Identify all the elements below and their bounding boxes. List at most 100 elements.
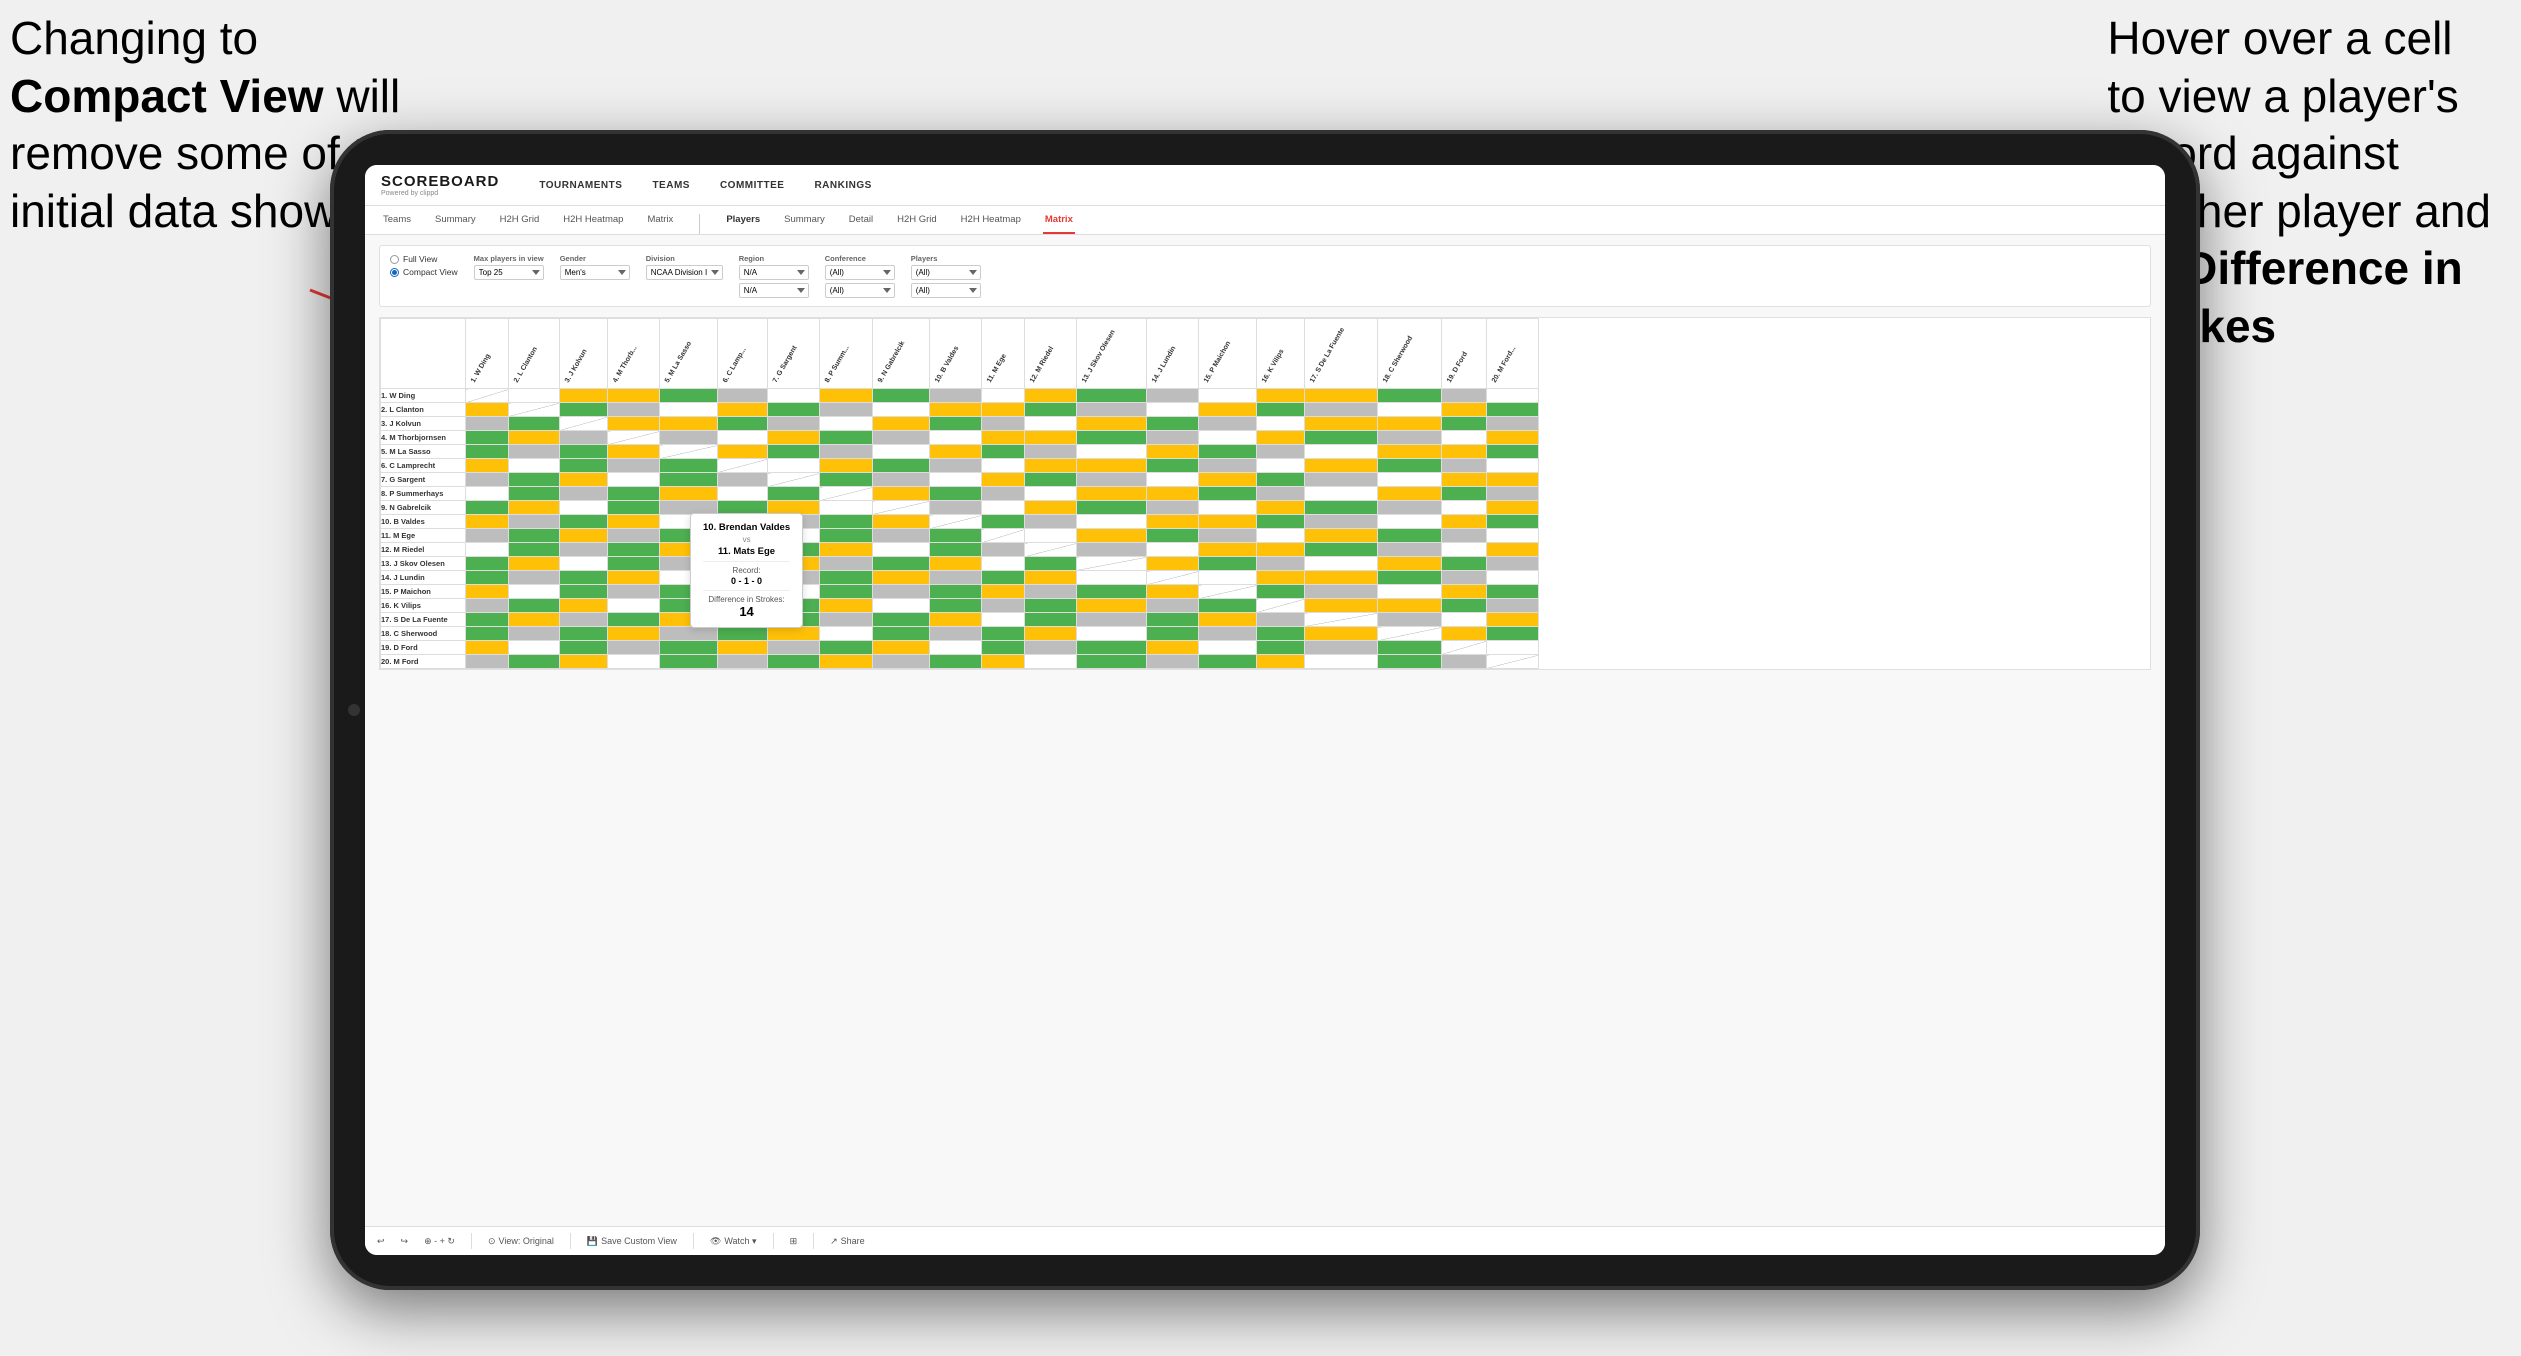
- matrix-cell-16-11[interactable]: [1025, 613, 1076, 627]
- matrix-cell-1-1[interactable]: [508, 403, 559, 417]
- matrix-cell-3-7[interactable]: [820, 431, 873, 445]
- matrix-cell-5-12[interactable]: [1076, 459, 1147, 473]
- matrix-cell-2-13[interactable]: [1147, 417, 1199, 431]
- matrix-cell-10-14[interactable]: [1199, 529, 1257, 543]
- matrix-cell-7-17[interactable]: [1378, 487, 1442, 501]
- matrix-cell-15-18[interactable]: [1441, 599, 1486, 613]
- matrix-cell-13-0[interactable]: [466, 571, 509, 585]
- view-original-btn[interactable]: ⊙ View: Original: [488, 1236, 554, 1247]
- matrix-cell-17-18[interactable]: [1441, 627, 1486, 641]
- matrix-cell-19-16[interactable]: [1304, 655, 1377, 669]
- matrix-cell-17-16[interactable]: [1304, 627, 1377, 641]
- matrix-cell-4-6[interactable]: [768, 445, 820, 459]
- matrix-cell-9-11[interactable]: [1025, 515, 1076, 529]
- matrix-cell-18-7[interactable]: [820, 641, 873, 655]
- matrix-cell-17-10[interactable]: [982, 627, 1025, 641]
- matrix-cell-18-9[interactable]: [930, 641, 982, 655]
- matrix-cell-17-15[interactable]: [1256, 627, 1304, 641]
- matrix-cell-17-3[interactable]: [608, 627, 660, 641]
- matrix-cell-14-9[interactable]: [930, 585, 982, 599]
- matrix-cell-7-1[interactable]: [508, 487, 559, 501]
- matrix-cell-7-16[interactable]: [1304, 487, 1377, 501]
- matrix-cell-4-10[interactable]: [982, 445, 1025, 459]
- matrix-cell-12-1[interactable]: [508, 557, 559, 571]
- matrix-cell-3-15[interactable]: [1256, 431, 1304, 445]
- matrix-cell-9-12[interactable]: [1076, 515, 1147, 529]
- matrix-cell-7-10[interactable]: [982, 487, 1025, 501]
- matrix-cell-15-3[interactable]: [608, 599, 660, 613]
- matrix-cell-16-17[interactable]: [1378, 613, 1442, 627]
- matrix-cell-13-12[interactable]: [1076, 571, 1147, 585]
- matrix-cell-17-4[interactable]: [660, 627, 717, 641]
- matrix-cell-5-19[interactable]: [1486, 459, 1538, 473]
- matrix-cell-9-16[interactable]: [1304, 515, 1377, 529]
- matrix-cell-7-8[interactable]: [872, 487, 930, 501]
- matrix-cell-5-5[interactable]: [717, 459, 767, 473]
- matrix-cell-8-3[interactable]: [608, 501, 660, 515]
- matrix-cell-15-14[interactable]: [1199, 599, 1257, 613]
- max-players-select[interactable]: Top 25: [474, 265, 544, 280]
- matrix-cell-1-0[interactable]: [466, 403, 509, 417]
- matrix-cell-18-11[interactable]: [1025, 641, 1076, 655]
- matrix-cell-8-10[interactable]: [982, 501, 1025, 515]
- matrix-cell-9-2[interactable]: [559, 515, 607, 529]
- matrix-cell-15-11[interactable]: [1025, 599, 1076, 613]
- matrix-cell-10-3[interactable]: [608, 529, 660, 543]
- matrix-cell-15-9[interactable]: [930, 599, 982, 613]
- matrix-cell-14-10[interactable]: [982, 585, 1025, 599]
- matrix-cell-13-17[interactable]: [1378, 571, 1442, 585]
- matrix-cell-9-15[interactable]: [1256, 515, 1304, 529]
- matrix-cell-17-1[interactable]: [508, 627, 559, 641]
- compact-view-radio[interactable]: [390, 268, 399, 277]
- matrix-cell-8-8[interactable]: [872, 501, 930, 515]
- matrix-cell-4-2[interactable]: [559, 445, 607, 459]
- matrix-cell-19-7[interactable]: [820, 655, 873, 669]
- matrix-cell-8-16[interactable]: [1304, 501, 1377, 515]
- matrix-cell-3-0[interactable]: [466, 431, 509, 445]
- matrix-cell-17-5[interactable]: [717, 627, 767, 641]
- matrix-cell-18-0[interactable]: [466, 641, 509, 655]
- matrix-cell-19-17[interactable]: [1378, 655, 1442, 669]
- matrix-cell-10-12[interactable]: [1076, 529, 1147, 543]
- region-select-2[interactable]: N/A: [739, 283, 809, 298]
- matrix-cell-1-6[interactable]: [768, 403, 820, 417]
- matrix-cell-6-17[interactable]: [1378, 473, 1442, 487]
- matrix-cell-6-6[interactable]: [768, 473, 820, 487]
- matrix-cell-19-11[interactable]: [1025, 655, 1076, 669]
- matrix-cell-12-9[interactable]: [930, 557, 982, 571]
- matrix-cell-8-9[interactable]: [930, 501, 982, 515]
- matrix-cell-7-2[interactable]: [559, 487, 607, 501]
- matrix-cell-11-17[interactable]: [1378, 543, 1442, 557]
- matrix-cell-10-18[interactable]: [1441, 529, 1486, 543]
- matrix-cell-7-6[interactable]: [768, 487, 820, 501]
- matrix-cell-10-7[interactable]: [820, 529, 873, 543]
- matrix-cell-14-8[interactable]: [872, 585, 930, 599]
- matrix-cell-0-17[interactable]: [1378, 389, 1442, 403]
- matrix-cell-6-8[interactable]: [872, 473, 930, 487]
- matrix-cell-4-16[interactable]: [1304, 445, 1377, 459]
- matrix-cell-3-4[interactable]: [660, 431, 717, 445]
- matrix-cell-13-3[interactable]: [608, 571, 660, 585]
- matrix-cell-18-13[interactable]: [1147, 641, 1199, 655]
- matrix-cell-6-7[interactable]: [820, 473, 873, 487]
- matrix-cell-6-14[interactable]: [1199, 473, 1257, 487]
- matrix-cell-0-6[interactable]: [768, 389, 820, 403]
- matrix-cell-2-11[interactable]: [1025, 417, 1076, 431]
- matrix-cell-19-19[interactable]: [1486, 655, 1538, 669]
- matrix-cell-4-15[interactable]: [1256, 445, 1304, 459]
- matrix-cell-8-12[interactable]: [1076, 501, 1147, 515]
- matrix-cell-5-8[interactable]: [872, 459, 930, 473]
- matrix-cell-19-9[interactable]: [930, 655, 982, 669]
- matrix-cell-4-4[interactable]: [660, 445, 717, 459]
- matrix-cell-14-18[interactable]: [1441, 585, 1486, 599]
- matrix-cell-17-11[interactable]: [1025, 627, 1076, 641]
- matrix-cell-18-17[interactable]: [1378, 641, 1442, 655]
- matrix-cell-5-4[interactable]: [660, 459, 717, 473]
- matrix-cell-14-15[interactable]: [1256, 585, 1304, 599]
- matrix-cell-1-17[interactable]: [1378, 403, 1442, 417]
- matrix-cell-5-7[interactable]: [820, 459, 873, 473]
- matrix-cell-9-3[interactable]: [608, 515, 660, 529]
- matrix-cell-3-11[interactable]: [1025, 431, 1076, 445]
- matrix-cell-1-15[interactable]: [1256, 403, 1304, 417]
- matrix-cell-5-13[interactable]: [1147, 459, 1199, 473]
